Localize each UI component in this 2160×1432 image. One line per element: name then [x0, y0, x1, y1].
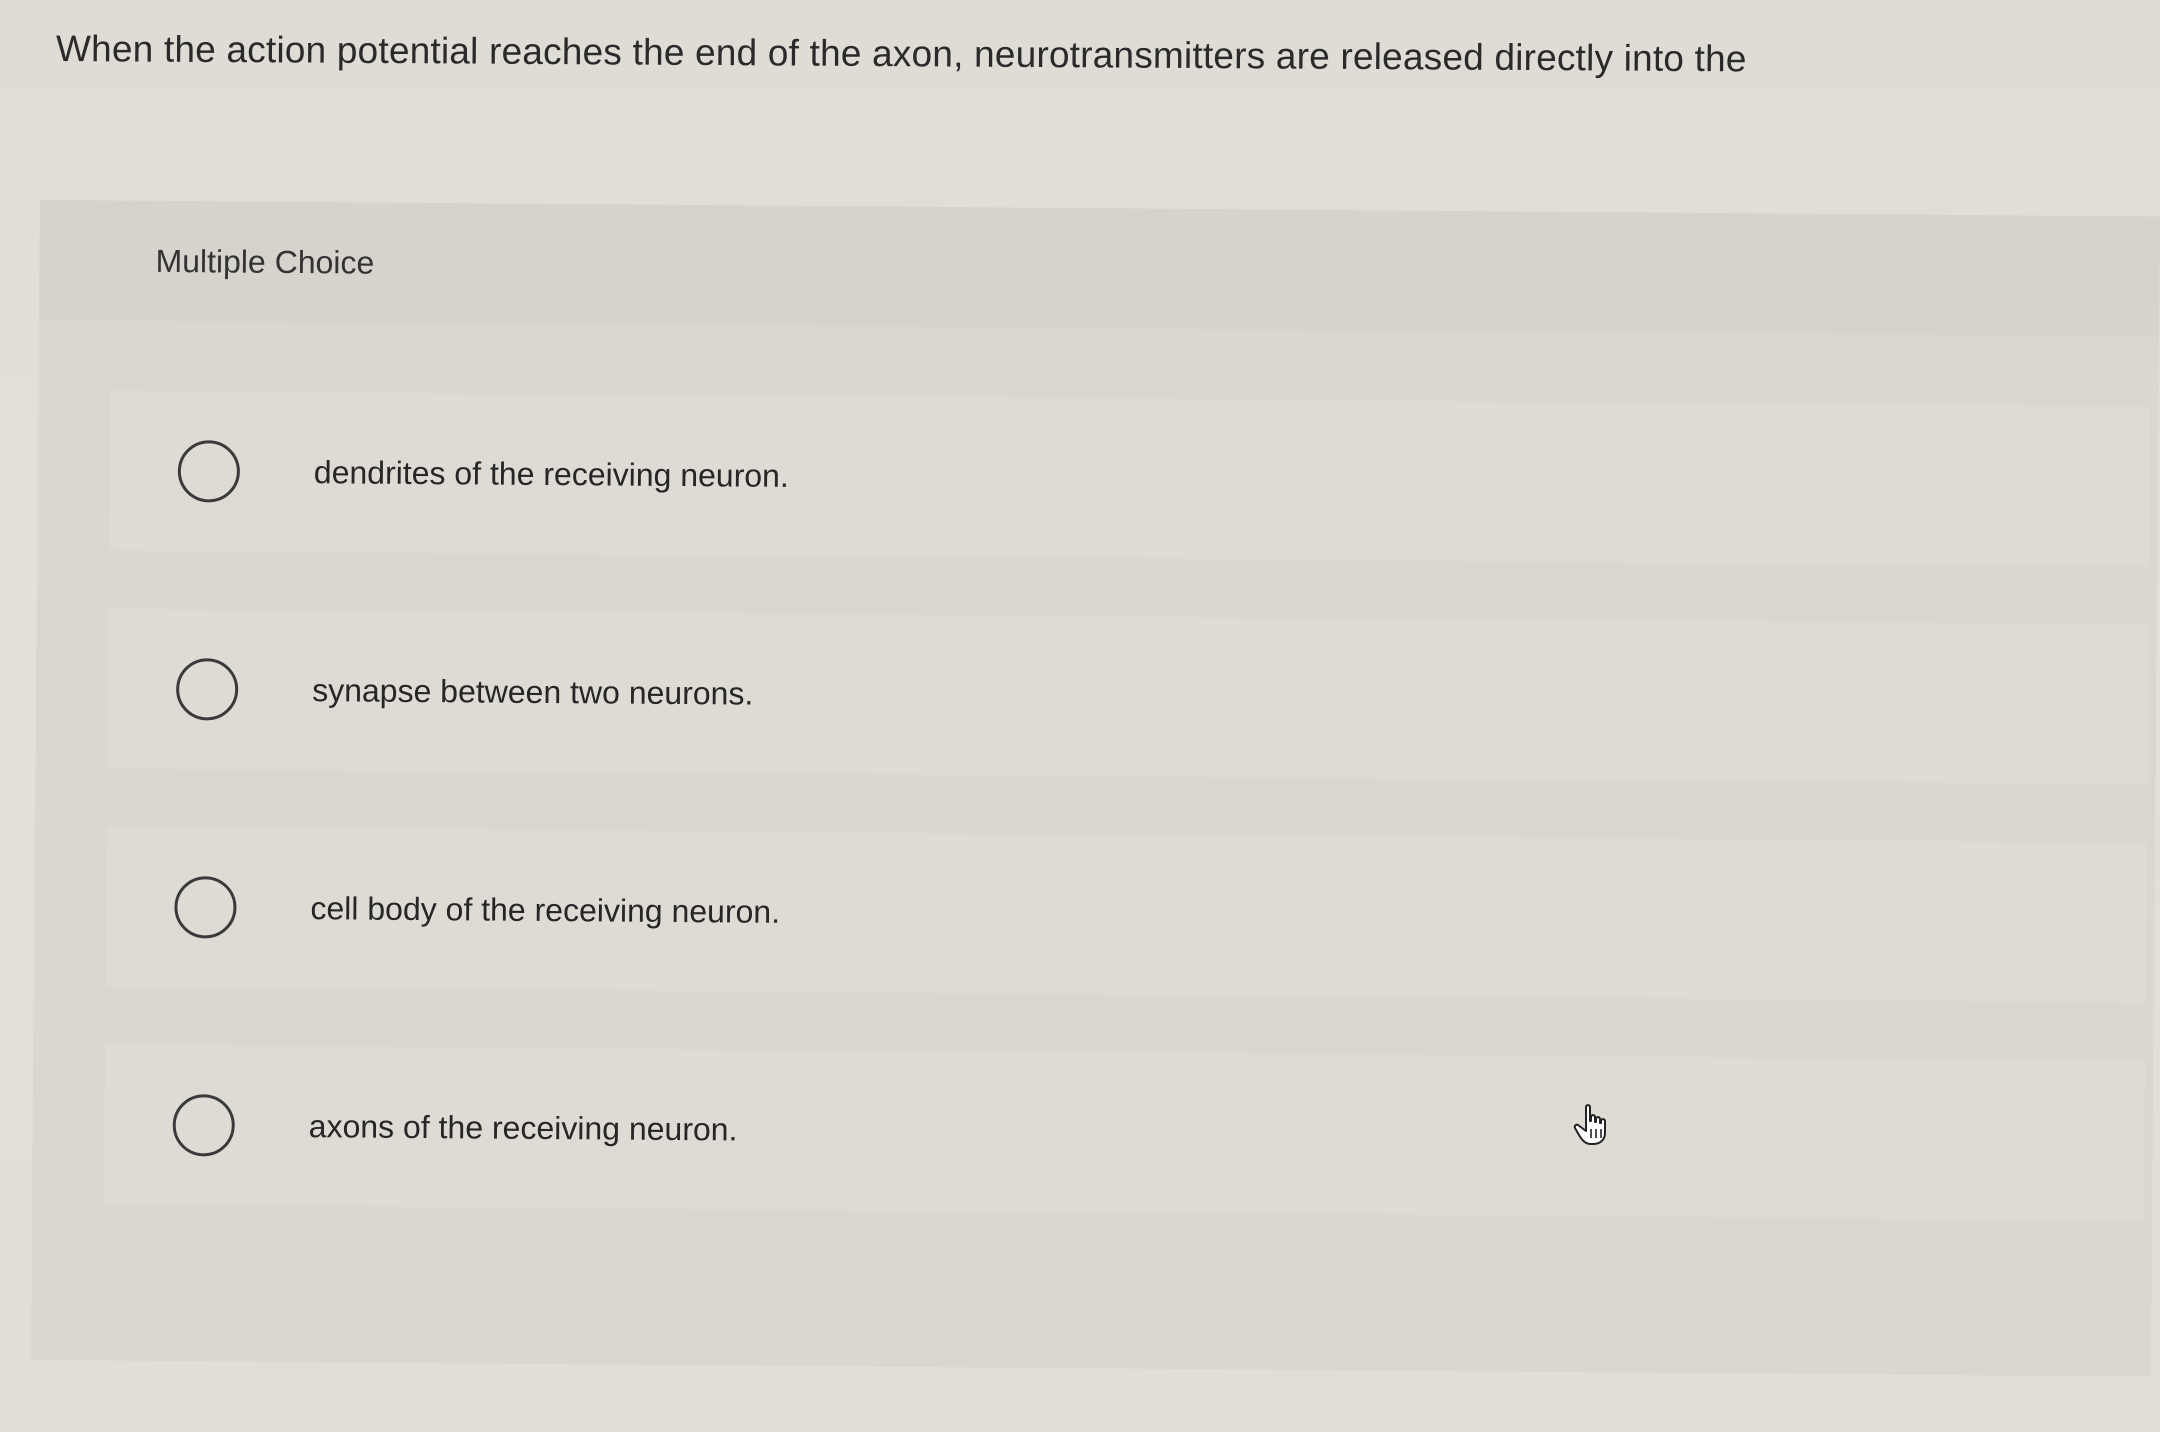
radio-button-icon[interactable] — [174, 876, 237, 939]
radio-button-icon[interactable] — [172, 1094, 235, 1157]
hand-pointer-icon — [1572, 1103, 1612, 1147]
option-label: axons of the receiving neuron. — [308, 1107, 738, 1148]
options-list: dendrites of the receiving neuron. synap… — [104, 390, 2151, 1279]
option-3[interactable]: cell body of the receiving neuron. — [105, 826, 2148, 1003]
radio-button-icon[interactable] — [177, 440, 241, 503]
option-label: cell body of the receiving neuron. — [310, 889, 781, 930]
option-label: synapse between two neurons. — [312, 671, 754, 712]
multiple-choice-panel: Multiple Choice dendrites of the receivi… — [30, 200, 2160, 1377]
radio-button-icon[interactable] — [175, 658, 239, 721]
option-4[interactable]: axons of the receiving neuron. — [104, 1044, 2146, 1221]
panel-title: Multiple Choice — [155, 242, 375, 281]
question-text: When the action potential reaches the en… — [55, 28, 1747, 80]
option-1[interactable]: dendrites of the receiving neuron. — [109, 390, 2151, 567]
panel-header: Multiple Choice — [39, 200, 2160, 337]
option-label: dendrites of the receiving neuron. — [313, 453, 789, 494]
option-2[interactable]: synapse between two neurons. — [107, 608, 2149, 785]
